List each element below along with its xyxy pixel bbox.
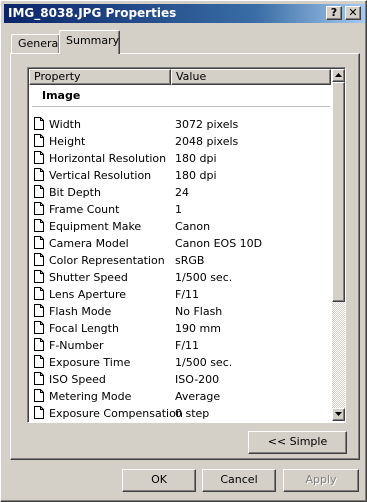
property-value: 3072 pixels [175,118,239,131]
document-icon [34,236,44,249]
list-item[interactable]: Flash Mode No Flash [28,303,331,320]
column-header-value[interactable]: Value [171,69,331,85]
property-name: Width [49,118,81,131]
property-value: F/11 [175,288,200,301]
list-item[interactable]: Exposure Time 1/500 sec. [28,354,331,371]
property-name: Frame Count [49,203,120,216]
property-value: 180 dpi [175,152,217,165]
group-divider [32,106,330,107]
tab-summary[interactable]: Summary [59,30,120,54]
property-name: Shutter Speed [49,271,128,284]
list-item[interactable]: Bit Depth 24 [28,184,331,201]
column-header-property[interactable]: Property [29,69,171,85]
list-item[interactable]: Metering Mode Average [28,388,331,405]
property-name: Flash Mode [49,305,112,318]
document-icon [34,389,44,402]
document-icon [34,287,44,300]
property-name: Lens Aperture [49,288,127,301]
property-value: No Flash [175,305,223,318]
property-rows: Width 3072 pixels Height 2048 pixels Horizon… [28,116,331,422]
property-value: 0 step [175,407,210,420]
list-item[interactable]: Exposure Compensation 0 step [28,405,331,422]
apply-button[interactable]: Apply [283,469,359,492]
property-name: Exposure Compensation [49,407,183,420]
document-icon [34,304,44,317]
scroll-up-button[interactable] [332,69,345,82]
property-value: F/11 [175,339,200,352]
property-name: Metering Mode [49,390,132,403]
list-item[interactable]: Equipment Make Canon [28,218,331,235]
help-button[interactable]: ? [326,6,342,20]
property-value: Canon EOS 10D [175,237,263,250]
property-name: Exposure Time [49,356,131,369]
property-value: 190 mm [175,322,221,335]
document-icon [34,270,44,283]
list-item[interactable]: Frame Count 1 [28,201,331,218]
arrow-down-icon [335,412,342,416]
list-item[interactable]: Color Representation sRGB [28,252,331,269]
cancel-button[interactable]: Cancel [202,469,276,492]
document-icon [34,117,44,130]
list-item[interactable]: Height 2048 pixels [28,133,331,150]
property-value: Average [175,390,221,403]
scroll-thumb[interactable] [332,82,345,302]
property-value: ISO-200 [175,373,220,386]
property-name: Height [49,135,86,148]
group-header-image: Image [42,89,81,102]
list-item[interactable]: Lens Aperture F/11 [28,286,331,303]
property-value: 1 [175,203,182,216]
document-icon [34,355,44,368]
property-value: 1/500 sec. [175,356,233,369]
simple-view-button[interactable]: << Simple [248,431,347,454]
property-name: F-Number [49,339,104,352]
tab-general[interactable]: General [11,34,61,54]
document-icon [34,406,44,419]
document-icon [34,219,44,232]
property-value: 2048 pixels [175,135,239,148]
title-bar[interactable]: IMG_8038.JPG Properties ? ✕ [4,4,365,23]
list-item[interactable]: Width 3072 pixels [28,116,331,133]
property-value: Canon [175,220,211,233]
document-icon [34,185,44,198]
document-icon [34,202,44,215]
document-icon [34,321,44,334]
property-name: Bit Depth [49,186,101,199]
property-value: 180 dpi [175,169,217,182]
property-value: sRGB [175,254,205,267]
list-item[interactable]: Camera Model Canon EOS 10D [28,235,331,252]
list-item[interactable]: Shutter Speed 1/500 sec. [28,269,331,286]
document-icon [34,168,44,181]
arrow-up-icon [335,73,342,77]
vertical-scrollbar[interactable] [332,69,345,421]
document-icon [34,151,44,164]
property-name: Equipment Make [49,220,142,233]
document-icon [34,338,44,351]
property-name: Vertical Resolution [49,169,152,182]
property-name: Horizontal Resolution [49,152,167,165]
property-name: ISO Speed [49,373,106,386]
window-title: IMG_8038.JPG Properties [8,6,177,20]
list-item[interactable]: Horizontal Resolution 180 dpi [28,150,331,167]
property-name: Camera Model [49,237,129,250]
document-icon [34,372,44,385]
document-icon [34,134,44,147]
property-name: Color Representation [49,254,165,267]
properties-dialog: IMG_8038.JPG Properties ? ✕ General Summ… [0,0,367,502]
property-name: Focal Length [49,322,119,335]
scroll-down-button[interactable] [332,408,345,421]
property-list[interactable]: Property Value Image Width 3072 pixels Hei… [27,67,346,423]
property-value: 1/500 sec. [175,271,233,284]
list-item[interactable]: Vertical Resolution 180 dpi [28,167,331,184]
list-item[interactable]: F-Number F/11 [28,337,331,354]
close-button[interactable]: ✕ [345,6,361,20]
list-item[interactable]: Focal Length 190 mm [28,320,331,337]
list-item[interactable]: ISO Speed ISO-200 [28,371,331,388]
property-value: 24 [175,186,189,199]
document-icon [34,253,44,266]
ok-button[interactable]: OK [122,469,196,492]
